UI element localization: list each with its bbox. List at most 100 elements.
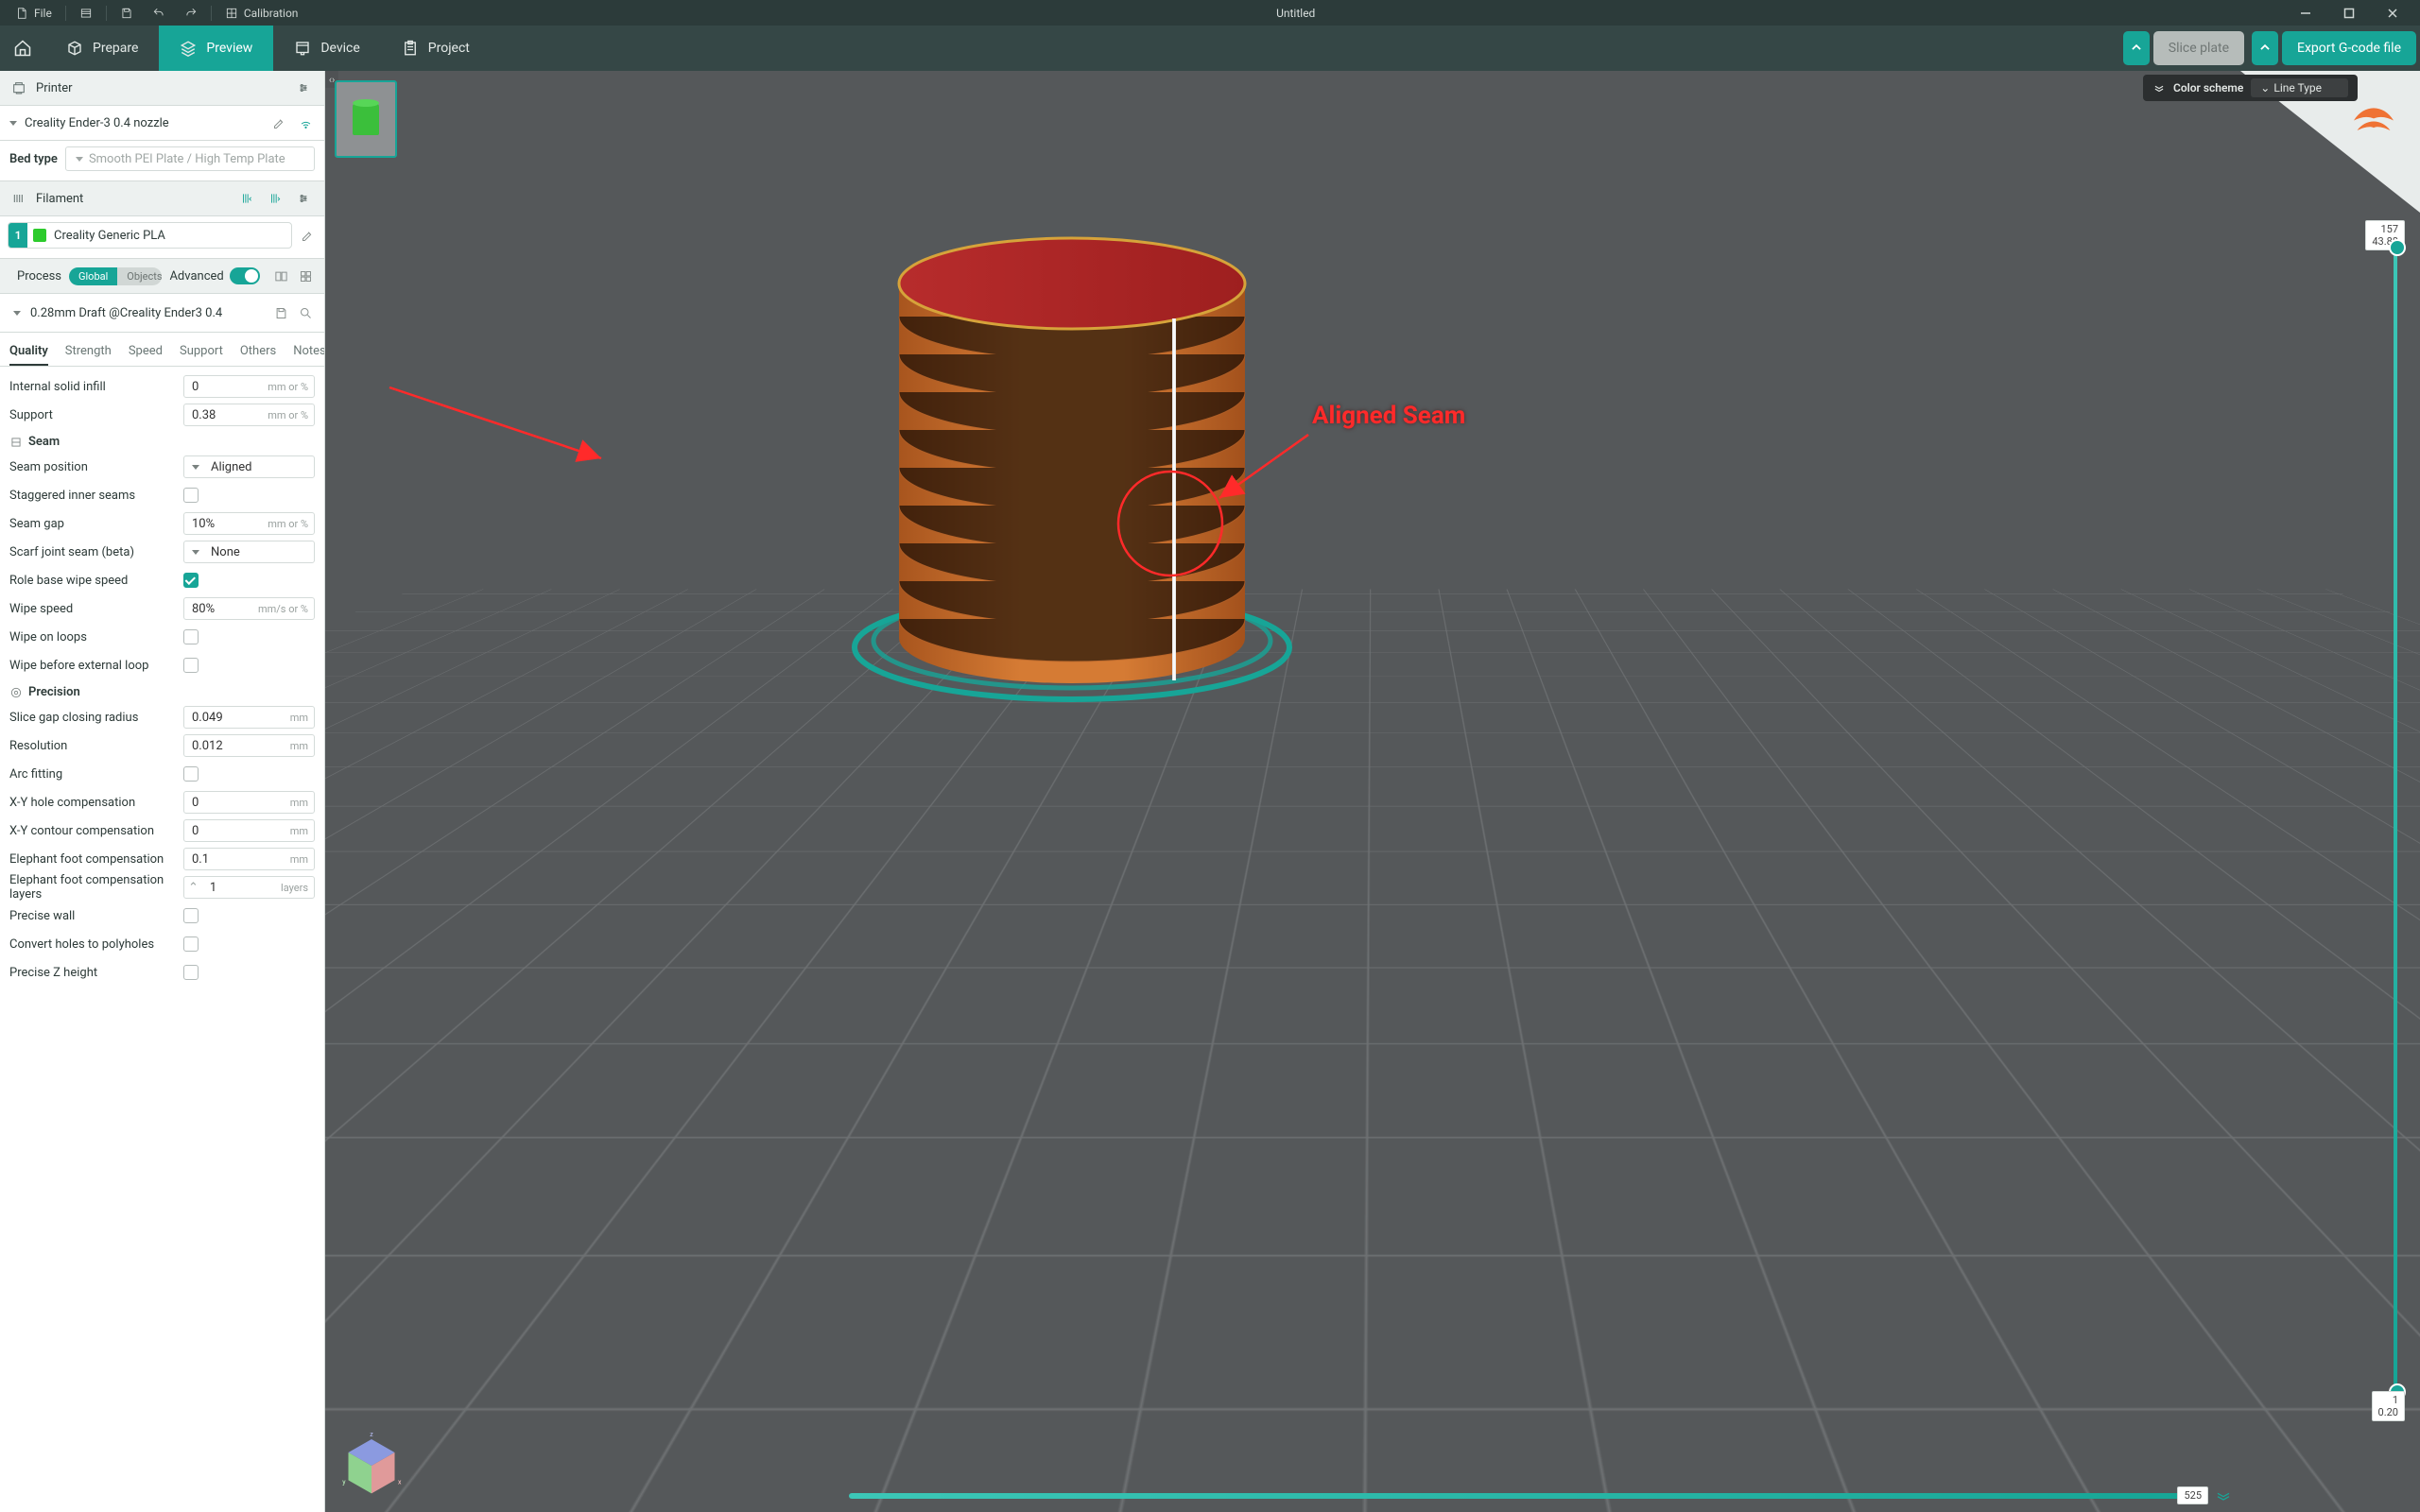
seam-position-select[interactable]: Aligned [183,455,315,478]
wifi-icon[interactable] [296,113,315,132]
group-seam: Seam [9,429,315,453]
filament-icon [11,191,26,206]
process-scope-toggle[interactable]: Global Objects [69,267,162,285]
open-button[interactable] [70,3,102,24]
resolution-input[interactable]: 0.012mm [183,734,315,757]
file-menu[interactable]: File [6,3,61,24]
section-process: Process Global Objects Advanced [0,258,324,294]
chevron-down-icon [9,121,17,126]
tab-project[interactable]: Project [381,26,491,71]
filament-select[interactable]: 1 Creality Generic PLA [8,222,292,249]
scarf-joint-select[interactable]: None [183,541,315,563]
slice-button[interactable]: Slice plate [2153,31,2244,65]
svg-text:x: x [398,1479,402,1486]
export-button[interactable]: Export G-code file [2282,31,2416,65]
role-base-wipe-checkbox[interactable] [183,573,199,588]
process-tabs: Quality Strength Speed Support Others No… [0,333,324,367]
printer-settings-button[interactable] [294,78,313,97]
tab-notes[interactable]: Notes [293,338,325,366]
frame-slider[interactable] [849,1493,2193,1499]
layer-slider[interactable] [2394,247,2397,1393]
tab-speed[interactable]: Speed [129,338,163,366]
param-xy-hole: X-Y hole compensation 0mm [9,788,315,816]
param-precise-z: Precise Z height [9,958,315,987]
compare-presets-button[interactable] [273,266,290,285]
elephant-input[interactable]: 0.1mm [183,848,315,870]
param-arc-fitting: Arc fitting [9,760,315,788]
bed-type-select[interactable]: Smooth PEI Plate / High Temp Plate [65,146,315,171]
param-slice-gap: Slice gap closing radius 0.049mm [9,703,315,731]
arc-fitting-checkbox[interactable] [183,766,199,782]
minimize-button[interactable] [2284,0,2327,26]
redo-button[interactable] [175,3,207,24]
edit-filament-button[interactable] [298,226,317,245]
main-tabbar: Prepare Preview Device Project Slice pla… [0,26,2420,71]
elephant-layers-input[interactable]: ⌃1layers [183,876,315,899]
home-button[interactable] [0,26,45,71]
slice-dropdown[interactable] [2123,31,2150,65]
internal-solid-infill-input[interactable]: 0mm or % [183,375,315,398]
layer-bottom-label: 10.20 [2372,1391,2405,1421]
wipe-speed-input[interactable]: 80%mm/s or % [183,597,315,620]
param-precise-wall: Precise wall [9,902,315,930]
calibration-button[interactable]: Calibration [216,3,308,24]
param-staggered-inner: Staggered inner seams [9,481,315,509]
param-wipe-on-loops: Wipe on loops [9,623,315,651]
tab-strength[interactable]: Strength [65,338,112,366]
param-resolution: Resolution 0.012mm [9,731,315,760]
xy-hole-input[interactable]: 0mm [183,791,315,814]
xy-contour-input[interactable]: 0mm [183,819,315,842]
filament-item: 1 Creality Generic PLA [0,216,324,258]
process-profile-select[interactable]: 0.28mm Draft @Creality Ender3 0.4 [0,294,324,333]
staggered-inner-checkbox[interactable] [183,488,199,503]
export-dropdown[interactable] [2252,31,2278,65]
axis-gizmo[interactable]: z x y [338,1433,405,1499]
poly-holes-checkbox[interactable] [183,936,199,952]
filament-sync-in-button[interactable] [237,189,256,208]
close-button[interactable] [2371,0,2414,26]
params-scroll[interactable]: Internal solid infill 0mm or % Support 0… [0,367,324,1512]
param-wipe-speed: Wipe speed 80%mm/s or % [9,594,315,623]
layers-icon [180,40,197,57]
maximize-button[interactable] [2327,0,2371,26]
seam-gap-input[interactable]: 10%mm or % [183,512,315,535]
param-seam-position: Seam position Aligned [9,453,315,481]
save-preset-button[interactable] [271,303,290,322]
tab-others[interactable]: Others [240,338,276,366]
tab-prepare[interactable]: Prepare [45,26,159,71]
section-filament[interactable]: Filament [0,181,324,216]
process-menu-button[interactable] [298,266,315,285]
tab-preview-label: Preview [206,41,252,56]
tab-project-label: Project [428,41,470,56]
support-input[interactable]: 0.38mm or % [183,404,315,426]
tab-quality[interactable]: Quality [9,338,48,366]
viewport[interactable]: ‹› Color scheme ⌄Line Type [325,71,2420,1512]
precise-wall-checkbox[interactable] [183,908,199,923]
section-printer[interactable]: Printer [0,71,324,106]
tab-device[interactable]: Device [273,26,380,71]
param-wipe-before-ext: Wipe before external loop [9,651,315,679]
filament-settings-button[interactable] [294,189,313,208]
frame-value: 525 [2177,1486,2208,1504]
printer-profile-select[interactable]: Creality Ender-3 0.4 nozzle [0,106,324,141]
edit-printer-button[interactable] [269,113,288,132]
precise-z-checkbox[interactable] [183,965,199,980]
param-support: Support 0.38mm or % [9,401,315,429]
wipe-before-ext-checkbox[interactable] [183,658,199,673]
section-filament-label: Filament [36,192,228,206]
save-icon [120,7,133,20]
tab-support[interactable]: Support [180,338,223,366]
slice-gap-input[interactable]: 0.049mm [183,706,315,729]
filament-sync-out-button[interactable] [266,189,285,208]
sidebar: Printer Creality Ender-3 0.4 nozzle Bed … [0,71,325,1512]
param-seam-gap: Seam gap 10%mm or % [9,509,315,538]
save-button[interactable] [111,3,143,24]
section-process-label: Process [17,269,61,284]
search-preset-button[interactable] [296,303,315,322]
advanced-toggle[interactable] [230,267,260,284]
undo-icon [152,7,165,20]
param-role-base-wipe: Role base wipe speed [9,566,315,594]
wipe-on-loops-checkbox[interactable] [183,629,199,644]
tab-preview[interactable]: Preview [159,26,273,71]
undo-button[interactable] [143,3,175,24]
